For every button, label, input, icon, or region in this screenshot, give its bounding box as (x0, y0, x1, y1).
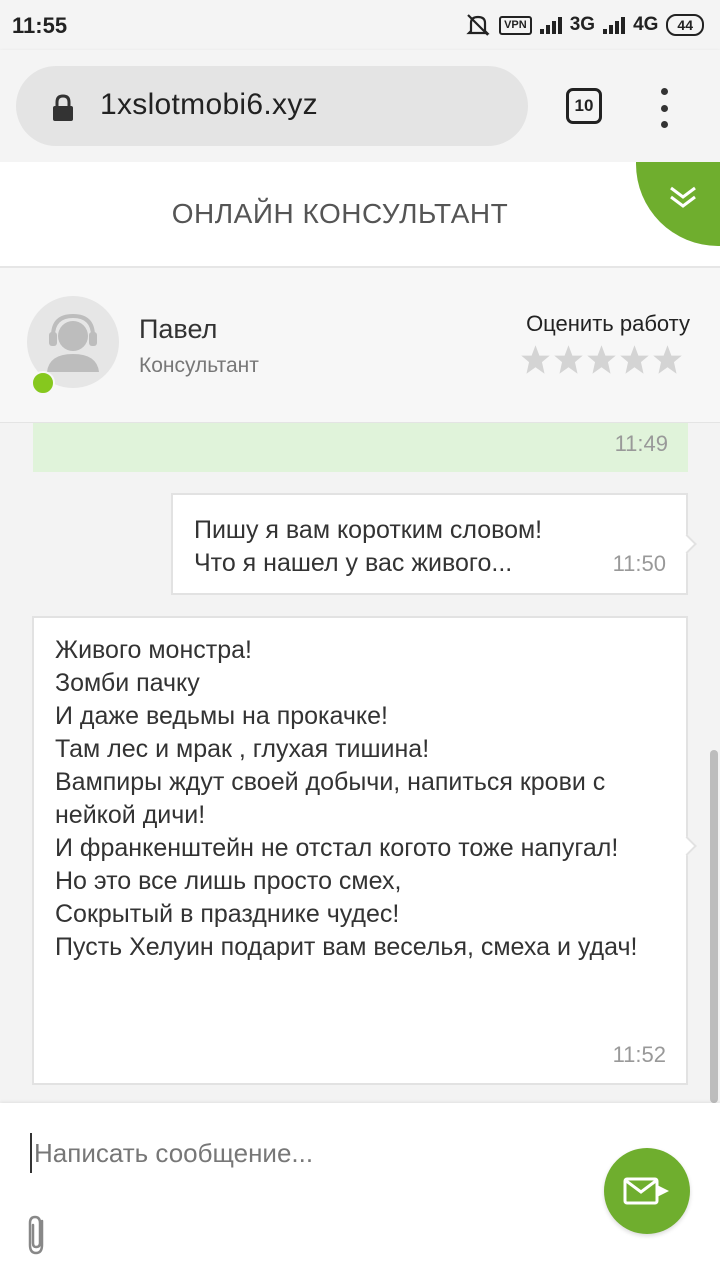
star-icon[interactable] (619, 344, 650, 375)
status-icons: VPN 3G 4G 44 (465, 12, 704, 38)
bubble-tail (677, 836, 697, 856)
message-input[interactable] (30, 1133, 590, 1173)
network-type-1: 3G (569, 14, 596, 35)
message-time: 11:50 (612, 551, 666, 576)
message-bubble-user: Пишу я вам коротким словом! Что я нашел … (171, 493, 697, 595)
message-time: 11:52 (612, 1042, 666, 1067)
rating-stars (520, 344, 683, 375)
browser-toolbar: 1xslotmobi6.xyz 10 (0, 50, 720, 162)
network-type-2: 4G (633, 14, 659, 35)
chevron-down-icon[interactable] (668, 182, 698, 212)
lock-icon (53, 94, 73, 121)
url-text: 1xslotmobi6.xyz (100, 88, 318, 121)
send-envelope-icon (623, 1177, 669, 1205)
address-bar[interactable]: 1xslotmobi6.xyz (16, 66, 528, 146)
alarm-off-icon (466, 14, 490, 36)
message-text: Пишу я вам коротким словом! Что я нашел … (194, 516, 543, 577)
scrollbar[interactable] (710, 750, 718, 1103)
bubble-tail (677, 534, 697, 554)
star-icon[interactable] (586, 344, 617, 375)
chat-title: ОНЛАЙН КОНСУЛЬТАНТ (171, 198, 509, 229)
signal-icon (539, 16, 562, 34)
message-bubble-consultant: 11:49 (33, 423, 688, 472)
battery-icon: 44 (666, 14, 704, 36)
message-text: Живого монстра! Зомби пачку И даже ведьм… (55, 636, 638, 961)
status-time: 11:55 (12, 13, 68, 38)
star-icon[interactable] (652, 344, 683, 375)
vpn-badge: VPN (499, 15, 532, 35)
send-button[interactable] (604, 1148, 690, 1234)
message-composer (0, 1103, 720, 1280)
rate-label: Оценить работу (526, 311, 690, 336)
online-status-indicator (31, 371, 55, 395)
message-bubble-user: Живого монстра! Зомби пачку И даже ведьм… (32, 616, 697, 1085)
message-list[interactable]: 11:49 Пишу я вам коротким словом! Что я … (0, 423, 720, 1103)
signal-icon-2 (603, 16, 626, 34)
consultant-role: Консультант (139, 354, 259, 377)
message-time: 11:49 (614, 431, 668, 456)
status-bar: 11:55 VPN 3G 4G 44 (0, 0, 720, 50)
more-menu-icon[interactable] (654, 88, 674, 128)
tab-switcher-button[interactable]: 10 (566, 88, 602, 124)
star-icon[interactable] (553, 344, 584, 375)
chat-header: ОНЛАЙН КОНСУЛЬТАНТ (0, 162, 720, 268)
paperclip-icon[interactable] (26, 1213, 50, 1257)
consultant-panel: Павел Консультант Оценить работу (0, 268, 720, 423)
star-icon[interactable] (520, 344, 551, 375)
consultant-name: Павел (139, 314, 218, 344)
